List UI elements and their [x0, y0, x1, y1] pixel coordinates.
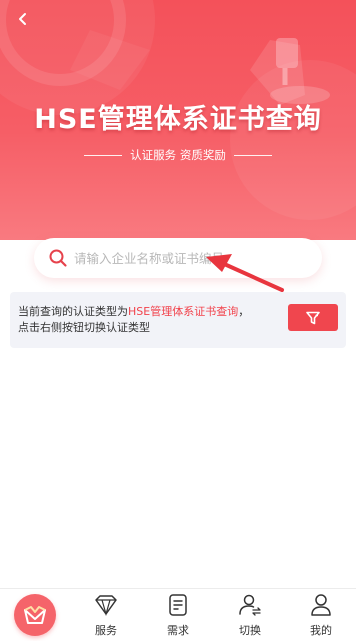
tab-switch-label: 切换	[239, 624, 261, 637]
subtitle-row: 认证服务 资质奖励	[0, 146, 356, 164]
notice-panel: 当前查询的认证类型为HSE管理体系证书查询， 点击右侧按钮切换认证类型	[10, 292, 346, 348]
filter-icon	[306, 311, 320, 324]
filter-button[interactable]	[288, 304, 338, 331]
notice-line2: 点击右侧按钮切换认证类型	[18, 321, 150, 334]
bottom-tabbar: 服务 需求 切换 我的	[0, 588, 356, 641]
tab-demand-label: 需求	[167, 624, 189, 637]
divider-left	[84, 154, 123, 156]
notice-suffix: ，	[238, 305, 250, 318]
notice-prefix: 当前查询的认证类型为	[18, 305, 128, 318]
search-bar[interactable]	[34, 238, 322, 278]
document-icon	[169, 594, 187, 616]
back-button[interactable]	[12, 8, 34, 30]
search-icon	[49, 249, 67, 267]
tab-service-label: 服务	[95, 624, 117, 637]
tab-service[interactable]: 服务	[81, 592, 131, 640]
tab-mine[interactable]: 我的	[296, 592, 346, 640]
page-subtitle: 认证服务 资质奖励	[130, 148, 226, 162]
user-icon	[311, 594, 331, 616]
tab-switch[interactable]: 切换	[225, 592, 275, 640]
switch-user-icon	[239, 594, 261, 616]
tab-home[interactable]	[14, 594, 56, 636]
tab-mine-label: 我的	[310, 624, 332, 637]
tab-demand[interactable]: 需求	[153, 592, 203, 640]
search-input[interactable]	[74, 244, 310, 272]
notice-text: 当前查询的认证类型为HSE管理体系证书查询， 点击右侧按钮切换认证类型	[18, 304, 280, 336]
home-logo-icon	[24, 606, 46, 624]
back-arrow-icon	[19, 13, 26, 25]
diamond-icon	[95, 595, 117, 617]
page-title: HSE管理体系证书查询	[34, 104, 322, 135]
divider-right	[233, 154, 272, 156]
hero-banner: HSE管理体系证书查询 认证服务 资质奖励	[0, 0, 356, 240]
notice-highlight: HSE管理体系证书查询	[128, 305, 239, 318]
